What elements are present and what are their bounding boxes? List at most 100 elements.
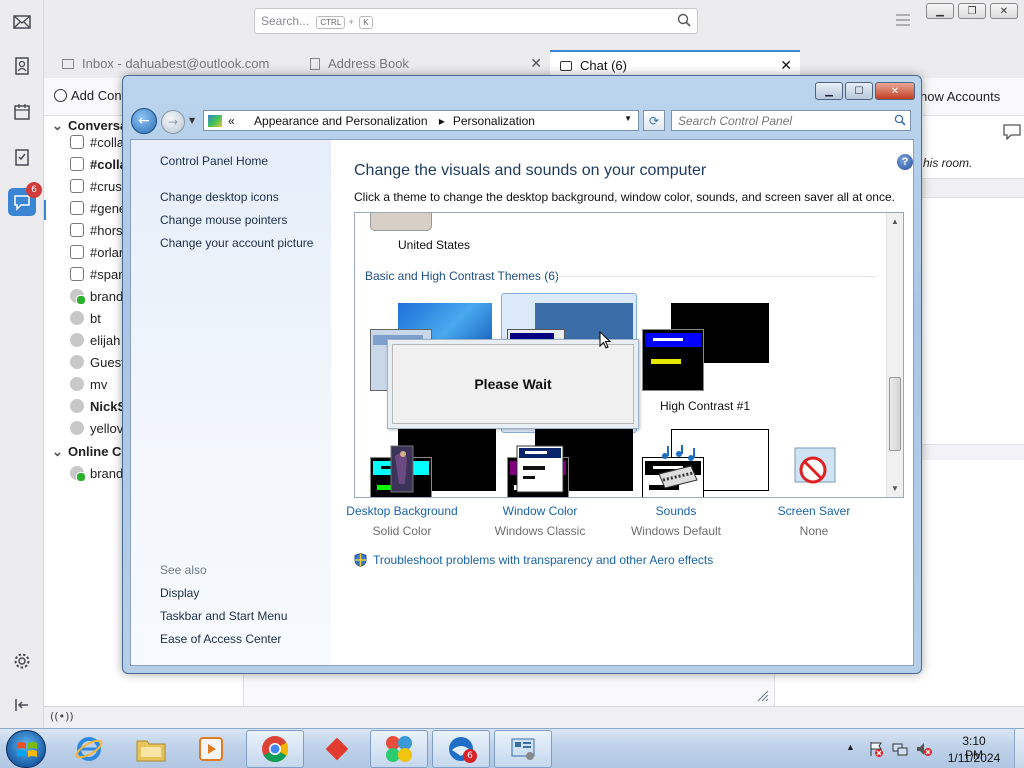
taskbar-anydesk[interactable] (308, 730, 366, 768)
refresh-button[interactable]: ⟳ (643, 110, 665, 131)
minimize-button[interactable]: ▁ (815, 82, 843, 100)
theme-gallery-scrollbar[interactable]: ▲ ▼ (886, 213, 903, 497)
breadcrumb-overflow[interactable]: « (228, 114, 235, 128)
list-item[interactable]: brand (70, 466, 123, 486)
search-control-panel-input[interactable]: Search Control Panel (671, 110, 911, 131)
clock-date[interactable]: 1/11/2024 (944, 751, 1004, 765)
recent-pages-dropdown[interactable]: ▼ (189, 116, 195, 125)
global-search-input[interactable]: Search... CTRL + K (254, 8, 698, 34)
forward-button[interactable]: → (161, 110, 185, 134)
collapse-sidebar-icon[interactable] (8, 691, 36, 719)
list-item[interactable]: #crust (70, 179, 125, 199)
network-icon[interactable] (892, 741, 908, 757)
conversation-icon[interactable] (1003, 124, 1021, 140)
settings-gear-icon[interactable] (8, 647, 36, 675)
list-item-label: elijah (90, 333, 121, 348)
tab-chat[interactable]: Chat (6) ✕ (550, 50, 800, 78)
tab-address-book[interactable]: Address Book ✕ (300, 50, 550, 78)
tab-inbox[interactable]: Inbox - dahuabest@outlook.com (52, 50, 302, 78)
taskbar-control-panel-apps[interactable] (370, 730, 428, 768)
chat-icon[interactable]: 6 (8, 182, 42, 216)
troubleshoot-link[interactable]: Troubleshoot problems with transparency … (354, 553, 713, 567)
breadcrumb-personalization[interactable]: Personalization (453, 114, 535, 128)
change-desktop-icons-link[interactable]: Change desktop icons (160, 190, 279, 204)
taskbar-chrome[interactable] (246, 730, 304, 768)
media-player-icon (199, 737, 223, 761)
close-button[interactable]: ✕ (875, 82, 915, 100)
mail-icon[interactable] (8, 8, 36, 36)
contact-icon (70, 377, 84, 391)
chat-room-icon (70, 245, 84, 259)
scroll-up-icon[interactable]: ▲ (891, 217, 899, 226)
window-color-link[interactable]: Window Color (470, 504, 610, 518)
taskbar-start-menu-link[interactable]: Taskbar and Start Menu (160, 609, 287, 623)
address-bar[interactable]: « Appearance and Personalization ▸ Person… (203, 110, 639, 131)
list-item[interactable]: #orlar (70, 245, 123, 265)
sounds-option[interactable]: Sounds Windows Default (606, 444, 746, 538)
list-item[interactable]: #colla (70, 135, 124, 155)
calendar-icon[interactable] (8, 98, 36, 126)
action-center-flag-icon[interactable] (868, 741, 884, 757)
list-item[interactable]: #hors (70, 223, 123, 243)
list-item[interactable]: mv (70, 377, 107, 397)
address-dropdown-icon[interactable]: ▼ (624, 114, 632, 123)
minimize-button[interactable]: ▁ (926, 3, 954, 19)
sounds-link[interactable]: Sounds (606, 504, 746, 518)
list-item-label: #gene (90, 201, 127, 216)
display-link[interactable]: Display (160, 586, 199, 600)
chrome-icon (262, 736, 289, 763)
show-hidden-icons-button[interactable]: ▲ (846, 742, 855, 752)
list-item[interactable]: NickS (70, 399, 126, 419)
list-item[interactable]: #span (70, 267, 125, 287)
volume-muted-icon[interactable] (916, 741, 932, 757)
taskbar: 6 ▲ 3:10 PM 1/11/2024 (0, 728, 1024, 768)
close-tab-icon[interactable]: ✕ (780, 57, 792, 74)
list-item[interactable]: brand (70, 289, 123, 309)
screen-saver-option[interactable]: Screen Saver None (744, 444, 884, 538)
help-icon[interactable]: ? (897, 154, 913, 170)
theme-thumbnail-united-states[interactable] (370, 213, 432, 231)
app-menu-icon[interactable] (896, 14, 910, 26)
tasks-icon[interactable] (8, 143, 36, 171)
list-item[interactable]: Guest (70, 355, 125, 375)
add-contact-button[interactable]: Add Cont (54, 88, 125, 103)
change-account-picture-link[interactable]: Change your account picture (160, 236, 313, 250)
restore-button[interactable]: ❐ (958, 3, 986, 19)
connection-status-icon[interactable]: ((•)) (50, 710, 74, 723)
back-button[interactable]: ← (131, 108, 157, 134)
desktop-background-link[interactable]: Desktop Background (332, 504, 472, 518)
group-online-contacts[interactable]: ⌄ Online Co (52, 444, 129, 460)
list-item[interactable]: #colla (70, 157, 127, 177)
app-tiles-icon (386, 736, 412, 762)
list-item[interactable]: elijah (70, 333, 120, 353)
control-panel-home-link[interactable]: Control Panel Home (160, 154, 268, 168)
address-book-icon[interactable] (8, 52, 36, 80)
chat-room-icon (70, 135, 84, 149)
ease-of-access-link[interactable]: Ease of Access Center (160, 632, 281, 646)
close-button[interactable]: ✕ (990, 3, 1018, 19)
desktop-background-option[interactable]: Desktop Background Solid Color (332, 444, 472, 538)
list-item[interactable]: #gene (70, 201, 126, 221)
breadcrumb-appearance[interactable]: Appearance and Personalization (254, 114, 427, 128)
search-icon[interactable] (894, 114, 906, 126)
maximize-button[interactable]: ☐ (845, 82, 873, 100)
taskbar-file-explorer[interactable] (122, 730, 180, 768)
show-desktop-button[interactable] (1014, 729, 1024, 768)
list-item[interactable]: yellov (70, 421, 123, 441)
taskbar-internet-explorer[interactable] (60, 730, 118, 768)
close-tab-icon[interactable]: ✕ (530, 55, 542, 72)
taskbar-thunderbird[interactable]: 6 (432, 730, 490, 768)
screen-saver-link[interactable]: Screen Saver (744, 504, 884, 518)
start-button[interactable] (6, 730, 46, 768)
internet-explorer-icon (75, 737, 103, 761)
group-conversations[interactable]: ⌄ Conversat (52, 118, 132, 134)
list-item[interactable]: bt (70, 311, 101, 331)
scroll-down-icon[interactable]: ▼ (891, 484, 899, 493)
show-accounts-button[interactable]: how Accounts (920, 89, 1000, 104)
taskbar-control-panel[interactable] (494, 730, 552, 768)
scrollbar-thumb[interactable] (889, 377, 901, 451)
taskbar-media-player[interactable] (182, 730, 240, 768)
change-mouse-pointers-link[interactable]: Change mouse pointers (160, 213, 287, 227)
window-color-option[interactable]: Window Color Windows Classic (470, 444, 610, 538)
resize-grip-icon[interactable] (755, 688, 769, 702)
